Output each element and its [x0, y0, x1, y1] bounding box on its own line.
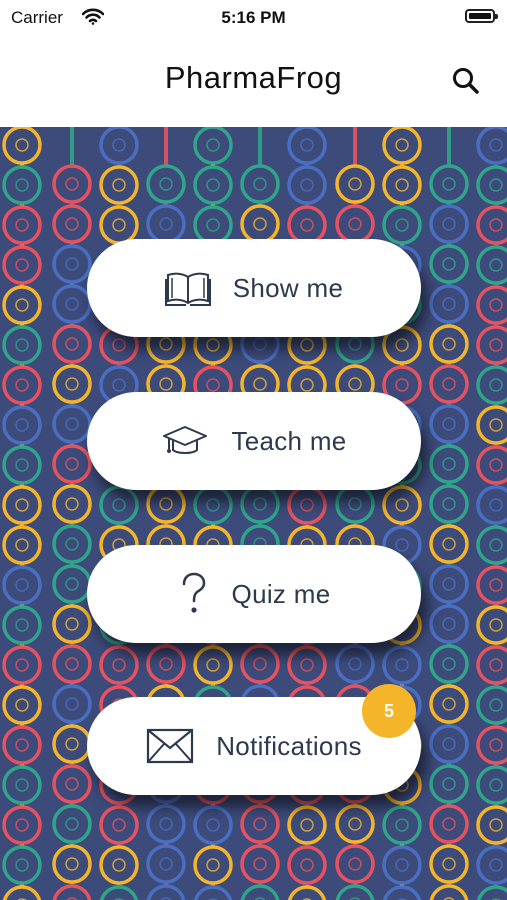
teach-me-label: Teach me: [231, 425, 347, 456]
clock: 5:16 PM: [221, 8, 286, 27]
show-me-button[interactable]: Show me: [87, 239, 421, 337]
notifications-badge: 5: [362, 684, 416, 738]
open-book-icon: [164, 269, 211, 307]
navigation-bar: PharmaFrog: [0, 40, 507, 127]
quiz-me-button[interactable]: Quiz me: [87, 545, 421, 643]
status-bar: Carrier 5:16 PM: [0, 0, 507, 40]
quiz-me-label: Quiz me: [231, 578, 331, 609]
graduation-cap-icon: [161, 424, 209, 458]
notifications-label: Notifications: [216, 730, 362, 761]
teach-me-button[interactable]: Teach me: [87, 392, 421, 490]
question-mark-icon: [178, 572, 210, 616]
show-me-label: Show me: [232, 272, 344, 303]
battery-icon: [465, 9, 498, 23]
app-title: PharmaFrog: [164, 60, 343, 95]
search-icon[interactable]: [451, 66, 481, 96]
envelope-icon: [146, 728, 194, 764]
